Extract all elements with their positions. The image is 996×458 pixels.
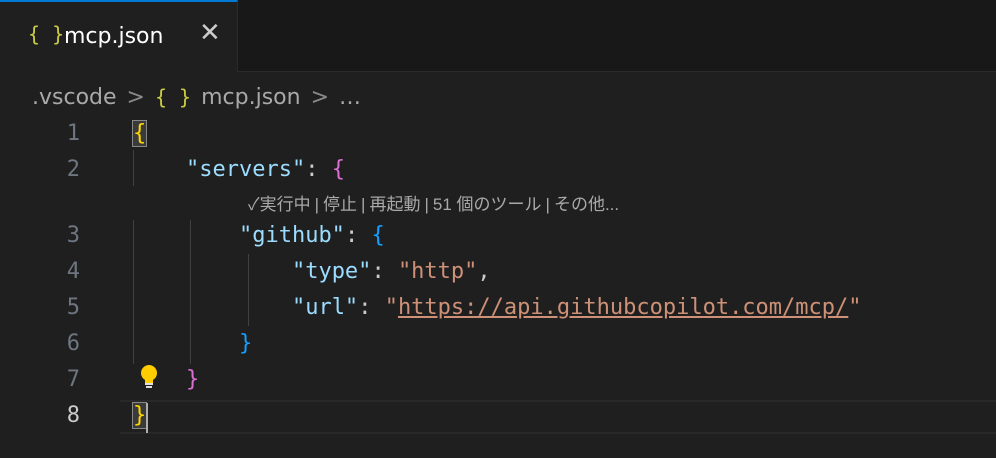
code-token: : bbox=[371, 259, 398, 284]
json-file-icon: { } bbox=[28, 22, 65, 46]
code-token: { bbox=[371, 223, 385, 248]
code-token: : bbox=[305, 157, 332, 182]
code-token: { bbox=[331, 157, 345, 182]
code-line: 8 } bbox=[0, 398, 996, 434]
text-cursor bbox=[146, 403, 148, 433]
code-token: "url" bbox=[291, 295, 359, 320]
code-token: "github" bbox=[238, 223, 345, 248]
chevron-right-icon: > bbox=[126, 84, 145, 110]
json-file-icon: { } bbox=[154, 85, 192, 109]
line-number: 1 bbox=[66, 121, 80, 146]
code-token: , bbox=[477, 259, 491, 284]
tab-label: mcp.json bbox=[64, 24, 164, 49]
code-line: 1 { bbox=[0, 116, 996, 152]
chevron-right-icon: > bbox=[310, 84, 329, 110]
codelens-running[interactable]: ✓実行中 bbox=[248, 195, 311, 214]
lightbulb-icon[interactable] bbox=[138, 364, 160, 390]
code-line: 5 "url": "https://api.githubcopilot.com/… bbox=[0, 290, 996, 326]
breadcrumb-folder[interactable]: .vscode bbox=[32, 85, 117, 110]
code-line: 4 "type": "http", bbox=[0, 254, 996, 290]
code-token: "servers" bbox=[185, 157, 306, 182]
code-token: : bbox=[344, 223, 372, 248]
line-number: 7 bbox=[66, 367, 80, 392]
codelens: ✓実行中 | 停止 | 再起動 | 51 個のツール | その他... bbox=[248, 195, 620, 214]
code-token: "http" bbox=[397, 259, 478, 284]
code-token: "type" bbox=[291, 259, 372, 284]
line-content[interactable]: "servers": { bbox=[133, 152, 345, 188]
codelens-more[interactable]: その他... bbox=[554, 195, 619, 214]
line-number: 2 bbox=[66, 157, 80, 182]
breadcrumb: .vscode > { } mcp.json > … bbox=[32, 82, 361, 112]
codelens-stop[interactable]: 停止 bbox=[323, 195, 357, 214]
code-token: } bbox=[131, 402, 148, 429]
line-content[interactable]: "url": "https://api.githubcopilot.com/mc… bbox=[133, 290, 862, 326]
code-line: 2 "servers": { bbox=[0, 152, 996, 188]
line-number: 3 bbox=[66, 223, 80, 248]
line-content[interactable]: "github": { bbox=[133, 218, 385, 254]
code-token: : bbox=[358, 295, 385, 320]
code-line: 6 } bbox=[0, 326, 996, 362]
line-number: 4 bbox=[66, 259, 80, 284]
code-token: " bbox=[848, 295, 862, 320]
line-number: 8 bbox=[66, 403, 80, 428]
line-content[interactable]: "type": "http", bbox=[133, 254, 491, 290]
code-token: https://api.githubcopilot.com/mcp/ bbox=[397, 295, 849, 320]
code-token: } bbox=[185, 367, 200, 392]
line-content[interactable]: } bbox=[133, 326, 252, 362]
code-line: 3 "github": { bbox=[0, 218, 996, 254]
tab-mcp-json[interactable]: { } mcp.json ✕ bbox=[0, 0, 238, 72]
line-number: 5 bbox=[66, 295, 80, 320]
code-editor[interactable]: 1 { 2 "servers": { ✓実行中 | 停止 | 再起動 | 51 個のツール |… bbox=[0, 114, 996, 458]
breadcrumb-more[interactable]: … bbox=[339, 85, 361, 110]
close-icon[interactable]: ✕ bbox=[199, 18, 221, 48]
codelens-tools[interactable]: 51 個のツール bbox=[433, 195, 542, 214]
codelens-restart[interactable]: 再起動 bbox=[369, 195, 420, 214]
code-token: { bbox=[131, 120, 148, 147]
code-token: } bbox=[238, 331, 253, 356]
code-token: " bbox=[384, 295, 398, 320]
line-content[interactable]: { bbox=[131, 116, 148, 152]
tab-bar: { } mcp.json ✕ bbox=[0, 0, 996, 72]
line-number: 6 bbox=[66, 331, 80, 356]
line-content[interactable]: } bbox=[131, 398, 148, 434]
breadcrumb-file[interactable]: mcp.json bbox=[201, 85, 300, 110]
